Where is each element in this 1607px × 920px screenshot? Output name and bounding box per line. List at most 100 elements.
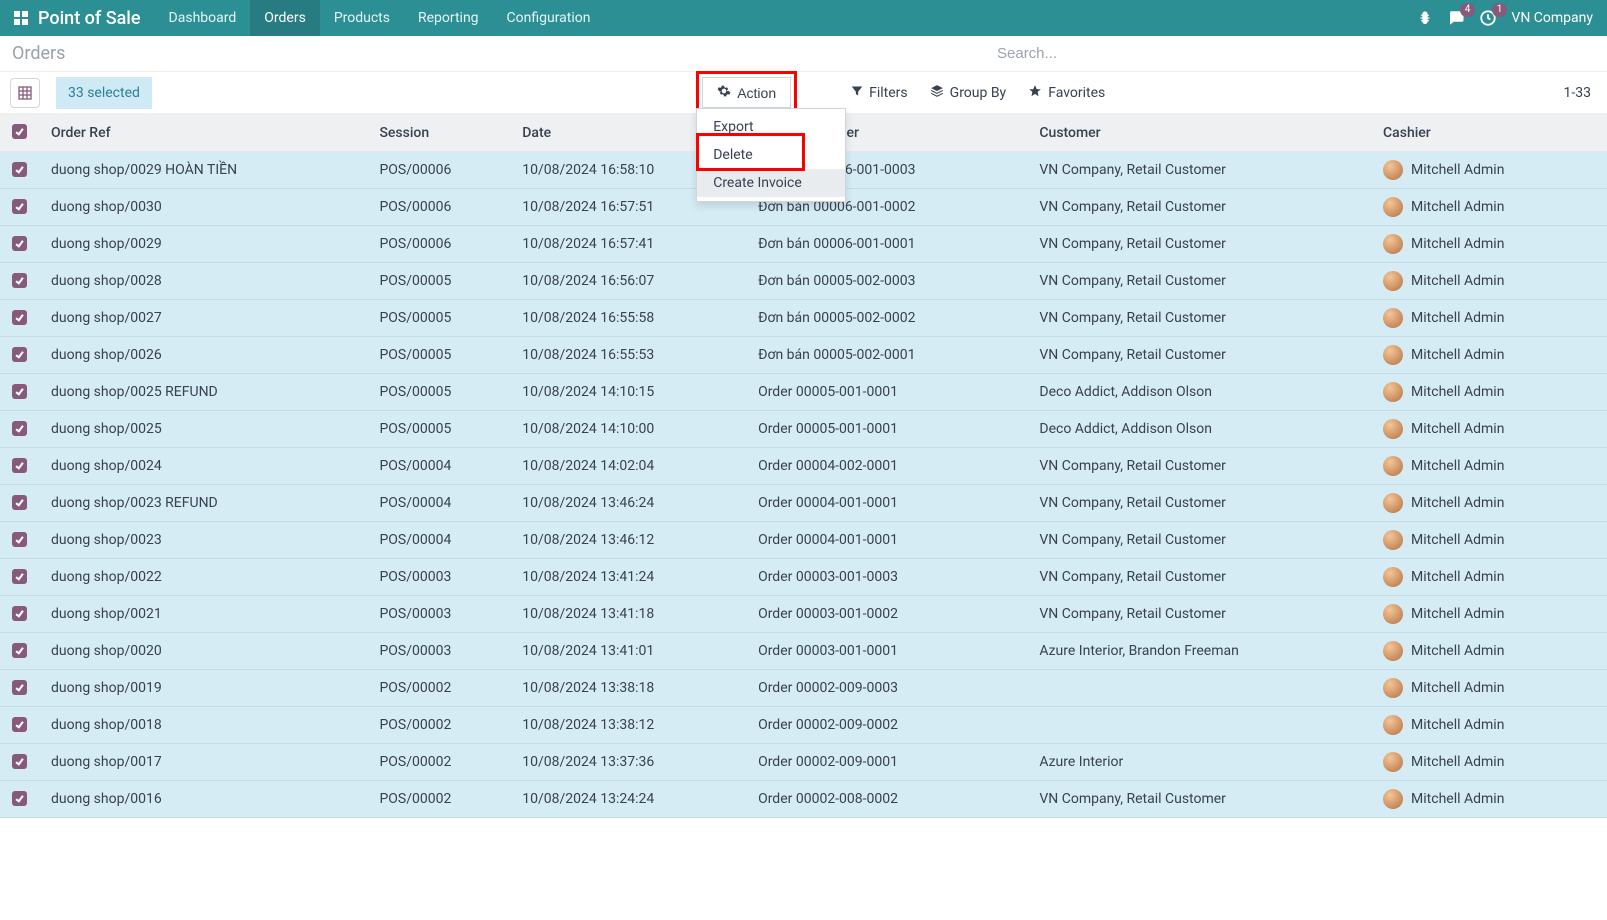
table-row[interactable]: duong shop/0025 REFUNDPOS/0000510/08/202… <box>0 374 1607 411</box>
th-session[interactable]: Session <box>367 114 510 152</box>
search-input[interactable] <box>995 41 1595 66</box>
cell-order-ref: duong shop/0029 <box>39 226 367 263</box>
th-order-ref[interactable]: Order Ref <box>39 114 367 152</box>
cell-receipt: Order 00003-001-0003 <box>746 559 1027 596</box>
cell-date: 10/08/2024 13:46:12 <box>510 522 746 559</box>
row-checkbox[interactable] <box>12 754 27 769</box>
cell-date: 10/08/2024 13:24:24 <box>510 781 746 818</box>
avatar <box>1383 567 1403 587</box>
table-row[interactable]: duong shop/0028POS/0000510/08/2024 16:56… <box>0 263 1607 300</box>
action-menu-create-invoice[interactable]: Create Invoice <box>697 169 845 197</box>
cell-date: 10/08/2024 13:38:18 <box>510 670 746 707</box>
activities-icon[interactable]: 1 <box>1479 9 1497 27</box>
cashier-name: Mitchell Admin <box>1411 199 1504 215</box>
table-row[interactable]: duong shop/0024POS/0000410/08/2024 14:02… <box>0 448 1607 485</box>
filters-button[interactable]: Filters <box>851 85 908 101</box>
table-row[interactable]: duong shop/0022POS/0000310/08/2024 13:41… <box>0 559 1607 596</box>
cell-session: POS/00002 <box>367 707 510 744</box>
cell-cashier: Mitchell Admin <box>1371 263 1607 300</box>
row-checkbox[interactable] <box>12 791 27 806</box>
nav-configuration[interactable]: Configuration <box>493 0 605 36</box>
table-row[interactable]: duong shop/0023 REFUNDPOS/0000410/08/202… <box>0 485 1607 522</box>
company-menu[interactable]: VN Company <box>1511 10 1593 26</box>
row-checkbox[interactable] <box>12 273 27 288</box>
table-row[interactable]: duong shop/0020POS/0000310/08/2024 13:41… <box>0 633 1607 670</box>
cell-customer: Azure Interior, Brandon Freeman <box>1027 633 1371 670</box>
avatar <box>1383 308 1403 328</box>
cell-cashier: Mitchell Admin <box>1371 670 1607 707</box>
table-row[interactable]: duong shop/0025POS/0000510/08/2024 14:10… <box>0 411 1607 448</box>
table-row[interactable]: duong shop/0026POS/0000510/08/2024 16:55… <box>0 337 1607 374</box>
cell-cashier: Mitchell Admin <box>1371 596 1607 633</box>
list-view-toggle[interactable] <box>10 78 40 108</box>
cell-session: POS/00006 <box>367 189 510 226</box>
select-all-checkbox[interactable] <box>12 124 27 139</box>
apps-icon[interactable] <box>10 7 32 29</box>
favorites-button[interactable]: Favorites <box>1028 84 1105 102</box>
cell-date: 10/08/2024 16:57:41 <box>510 226 746 263</box>
cell-order-ref: duong shop/0023 REFUND <box>39 485 367 522</box>
row-checkbox[interactable] <box>12 643 27 658</box>
cell-customer: VN Company, Retail Customer <box>1027 263 1371 300</box>
row-checkbox[interactable] <box>12 458 27 473</box>
table-row[interactable]: duong shop/0027POS/0000510/08/2024 16:55… <box>0 300 1607 337</box>
th-customer[interactable]: Customer <box>1027 114 1371 152</box>
action-menu-export[interactable]: Export <box>697 113 845 141</box>
row-checkbox[interactable] <box>12 384 27 399</box>
action-menu-delete[interactable]: Delete <box>697 141 845 169</box>
row-checkbox[interactable] <box>12 236 27 251</box>
table-row[interactable]: duong shop/0016POS/0000210/08/2024 13:24… <box>0 781 1607 818</box>
row-checkbox[interactable] <box>12 421 27 436</box>
table-row[interactable]: duong shop/0021POS/0000310/08/2024 13:41… <box>0 596 1607 633</box>
table-row[interactable]: duong shop/0029POS/0000610/08/2024 16:57… <box>0 226 1607 263</box>
table-row[interactable]: duong shop/0023POS/0000410/08/2024 13:46… <box>0 522 1607 559</box>
nav-reporting[interactable]: Reporting <box>404 0 493 36</box>
cell-date: 10/08/2024 13:37:36 <box>510 744 746 781</box>
row-checkbox[interactable] <box>12 569 27 584</box>
row-checkbox[interactable] <box>12 717 27 732</box>
table-row[interactable]: duong shop/0018POS/0000210/08/2024 13:38… <box>0 707 1607 744</box>
cell-customer: Deco Addict, Addison Olson <box>1027 374 1371 411</box>
groupby-button[interactable]: Group By <box>930 84 1007 102</box>
cell-cashier: Mitchell Admin <box>1371 448 1607 485</box>
cell-customer: VN Company, Retail Customer <box>1027 300 1371 337</box>
cell-receipt: Order 00004-001-0001 <box>746 485 1027 522</box>
cell-customer: VN Company, Retail Customer <box>1027 226 1371 263</box>
action-dropdown-wrap: Action Export Delete Create Invoice <box>702 77 791 108</box>
avatar <box>1383 345 1403 365</box>
row-checkbox[interactable] <box>12 162 27 177</box>
avatar <box>1383 715 1403 735</box>
cell-date: 10/08/2024 13:46:24 <box>510 485 746 522</box>
orders-table: Order Ref Session Date Receipt Number Cu… <box>0 114 1607 818</box>
cell-customer: Azure Interior <box>1027 744 1371 781</box>
action-button[interactable]: Action <box>702 77 791 108</box>
th-cashier[interactable]: Cashier <box>1371 114 1607 152</box>
nav-products[interactable]: Products <box>320 0 404 36</box>
row-checkbox[interactable] <box>12 310 27 325</box>
cell-session: POS/00006 <box>367 152 510 189</box>
brand-title[interactable]: Point of Sale <box>38 8 141 29</box>
row-checkbox[interactable] <box>12 532 27 547</box>
cashier-name: Mitchell Admin <box>1411 310 1504 326</box>
selection-count[interactable]: 33 selected <box>56 77 152 109</box>
cell-session: POS/00004 <box>367 522 510 559</box>
row-checkbox[interactable] <box>12 680 27 695</box>
row-checkbox[interactable] <box>12 495 27 510</box>
row-checkbox[interactable] <box>12 606 27 621</box>
messaging-icon[interactable]: 4 <box>1447 9 1465 27</box>
cashier-name: Mitchell Admin <box>1411 421 1504 437</box>
cell-customer <box>1027 707 1371 744</box>
pager[interactable]: 1-33 <box>1564 85 1597 101</box>
debug-icon[interactable] <box>1417 10 1433 26</box>
row-checkbox[interactable] <box>12 199 27 214</box>
nav-orders[interactable]: Orders <box>250 0 320 36</box>
table-row[interactable]: duong shop/0017POS/0000210/08/2024 13:37… <box>0 744 1607 781</box>
cell-date: 10/08/2024 14:10:00 <box>510 411 746 448</box>
row-checkbox[interactable] <box>12 347 27 362</box>
cell-session: POS/00005 <box>367 300 510 337</box>
cell-date: 10/08/2024 16:55:53 <box>510 337 746 374</box>
nav-dashboard[interactable]: Dashboard <box>155 0 251 36</box>
cashier-name: Mitchell Admin <box>1411 236 1504 252</box>
table-row[interactable]: duong shop/0019POS/0000210/08/2024 13:38… <box>0 670 1607 707</box>
cell-order-ref: duong shop/0030 <box>39 189 367 226</box>
